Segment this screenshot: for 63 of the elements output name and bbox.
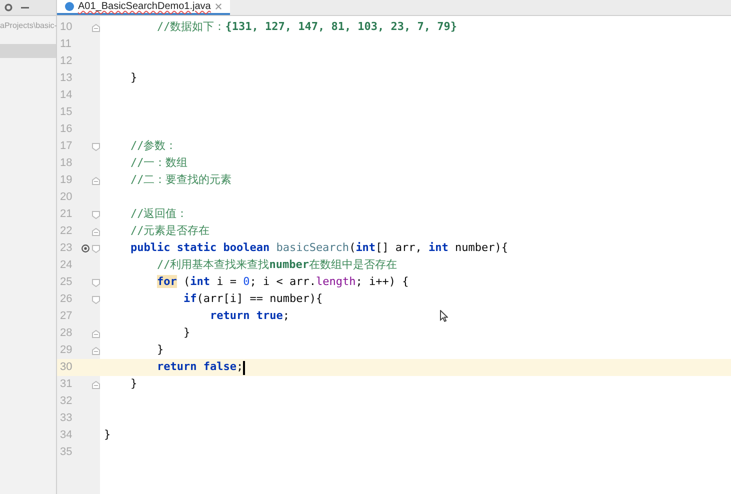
line-number: 19 [59, 173, 74, 188]
tree-row[interactable] [0, 44, 56, 58]
mouse-pointer-icon [440, 310, 448, 322]
line-number: 27 [59, 309, 74, 324]
line-number: 18 [59, 156, 74, 172]
code-line: } [130, 70, 138, 86]
line-number: 14 [59, 88, 74, 104]
fold-icon[interactable] [92, 346, 100, 354]
line-number: 32 [59, 394, 74, 410]
line-number: 13 [59, 71, 74, 86]
code-line: //参数： [130, 138, 177, 154]
fold-icon[interactable] [92, 278, 100, 286]
code-line: //一：数组 [130, 155, 188, 172]
code-line: //元素是否存在 [130, 223, 210, 240]
line-number: 10 [59, 20, 74, 36]
line-number: 26 [59, 292, 74, 308]
line-number: 28 [59, 326, 74, 342]
line-number: 34 [59, 428, 74, 444]
line-number: 16 [59, 122, 74, 138]
fold-icon[interactable] [92, 228, 100, 236]
code-line: public static boolean basicSearch(int[] arr, int number){ [130, 240, 508, 256]
code-line: //二：要查找的元素 [130, 172, 232, 188]
text-cursor [243, 360, 245, 374]
code-line: //数据如下：{131, 127, 147, 81, 103, 23, 7, 79} [156, 19, 458, 36]
line-number: 31 [59, 377, 74, 392]
project-path: aProjects\basic- [0, 20, 56, 32]
code-line: return false; [156, 359, 244, 376]
line-number: 21 [59, 207, 74, 222]
fold-icon[interactable] [92, 296, 100, 304]
fold-icon[interactable] [92, 24, 100, 32]
code-line: return true; [208, 308, 290, 324]
line-number: 25 [59, 275, 74, 290]
close-icon[interactable] [214, 3, 222, 10]
fold-icon[interactable] [92, 380, 100, 388]
fold-icon[interactable] [92, 330, 100, 338]
line-number: 29 [59, 343, 74, 358]
line-number: 17 [59, 139, 74, 154]
line-number: 12 [59, 54, 74, 70]
code-line: } [104, 427, 111, 444]
line-number: 23 [59, 241, 74, 256]
fold-icon[interactable] [92, 210, 100, 218]
line-number: 15 [59, 105, 74, 120]
fold-icon[interactable] [92, 244, 100, 252]
line-number: 24 [59, 258, 74, 274]
code-line: } [130, 376, 138, 392]
minimize-icon[interactable] [21, 6, 29, 8]
fold-icon[interactable] [92, 176, 100, 184]
file-tab[interactable]: A01_BasicSearchDemo1.java [57, 0, 230, 15]
code-line: //利用基本查找来查找number在数组中是否存在 [156, 257, 397, 274]
fold-icon[interactable] [92, 142, 100, 150]
code-line: for (int i = 0; i < arr.length; i++) { [156, 274, 409, 290]
line-number: 35 [59, 445, 74, 460]
code-line: } [156, 342, 164, 358]
code-line: //返回值： [130, 206, 188, 222]
code-line: if(arr[i] == number){ [182, 291, 323, 308]
line-number: 20 [59, 190, 74, 206]
line-number: 33 [59, 411, 74, 426]
line-number: 11 [59, 37, 72, 52]
line-number: 22 [59, 224, 74, 240]
override-marker-icon[interactable] [80, 244, 90, 253]
class-file-icon [65, 2, 74, 11]
code-line: } [182, 325, 190, 342]
line-number: 30 [59, 360, 74, 376]
